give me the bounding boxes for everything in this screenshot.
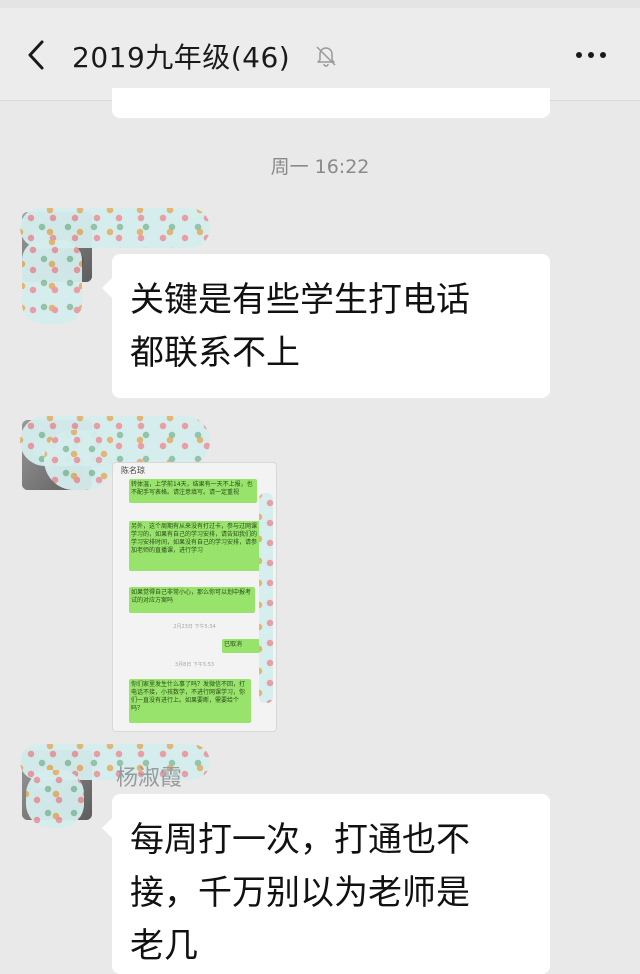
message-text: 关键是有些学生打电话 (130, 280, 470, 320)
more-options-icon[interactable] (574, 46, 608, 64)
back-arrow-icon[interactable] (22, 38, 52, 72)
image-green-bubble: 你们家里发生什么事了吗？发微信不回，打电话不接，小孩数学，不进行网课学习，你们一… (129, 679, 251, 723)
mosaic-overlay (44, 430, 114, 490)
image-green-bubble: 已取消 (222, 639, 262, 653)
previous-message-bubble[interactable] (112, 88, 550, 118)
mute-bell-icon (316, 46, 336, 67)
message-text: 接，千万别以为老师是 (130, 873, 470, 913)
chat-title: 2019九年级(46) (72, 41, 291, 74)
message-timestamp: 周一 16:22 (270, 156, 370, 178)
image-chat-title: 陈名琼 (121, 466, 145, 475)
mosaic-overlay (26, 770, 84, 828)
image-green-bubble: 如果觉得自己非常小心，那么你可以划中报考试的对应方案吗 (129, 587, 255, 613)
mosaic-overlay (259, 493, 273, 703)
status-bar (0, 0, 640, 8)
message-bubble[interactable]: 每周打一次，打通也不 接，千万别以为老师是 老几 (102, 794, 550, 974)
message-text: 老几 (130, 926, 198, 966)
message-text: 都联系不上 (130, 333, 300, 373)
image-green-bubble: 转体温，上学前14天，结果有一天不上报，也不配手写表格。请注意填写。请一定重视 (129, 479, 257, 503)
image-timestamp: 2月23日 下午5:34 (173, 624, 216, 630)
image-timestamp: 3月8日 下午5:53 (174, 662, 215, 668)
message-bubble[interactable]: 关键是有些学生打电话 都联系不上 (102, 254, 550, 398)
image-green-bubble: 另外，这个周期有从来没有打过卡，参与过网课学习的，如果有自己的学习安排，请告知我… (129, 521, 261, 571)
mosaic-overlay (22, 240, 82, 324)
sender-name: 杨淑霞 (116, 766, 183, 791)
image-message[interactable]: 陈名琼 转体温，上学前14天，结果有一天不上报，也不配手写表格。请注意填写。请一… (112, 462, 277, 732)
message-text: 每周打一次，打通也不 (130, 820, 470, 860)
